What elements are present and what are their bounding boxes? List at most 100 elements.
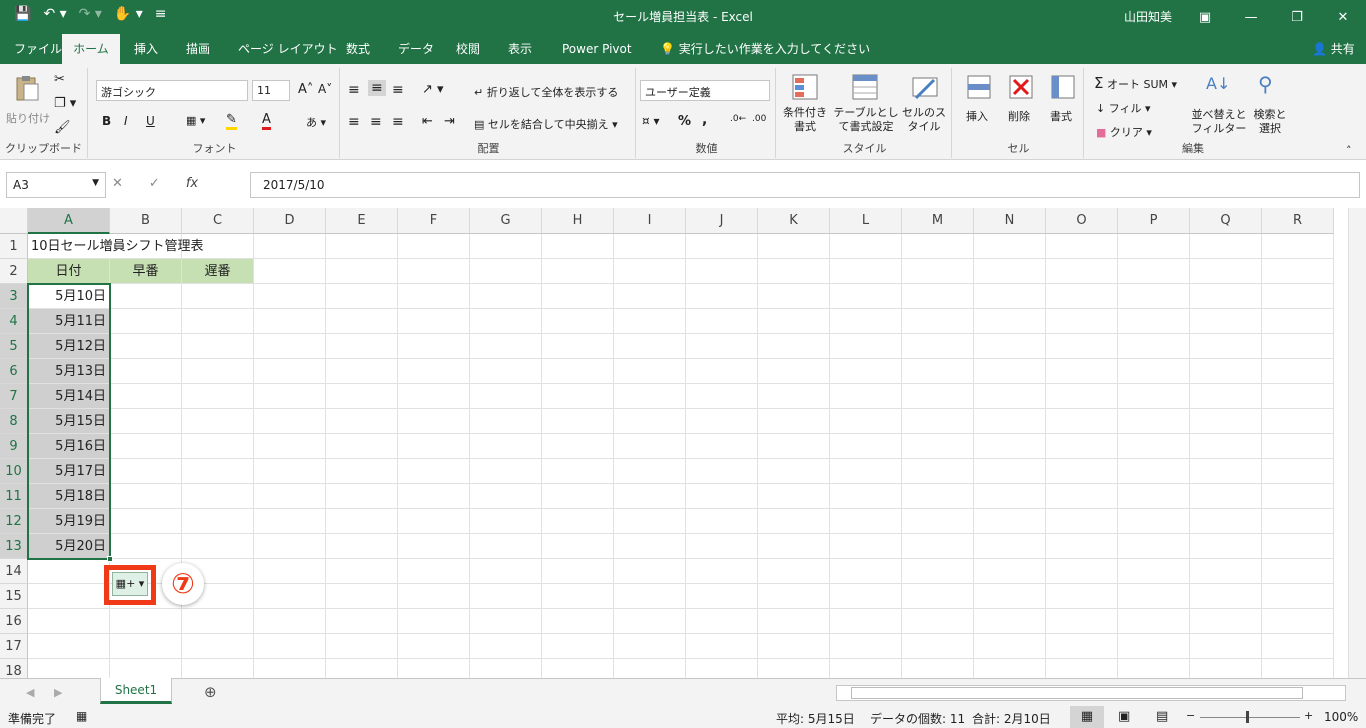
cell[interactable] bbox=[326, 384, 398, 409]
sheet-title-cell[interactable]: 10日セール増員シフト管理表 bbox=[28, 234, 204, 259]
sheet-tab-sheet1[interactable]: Sheet1 bbox=[100, 678, 172, 704]
cell[interactable] bbox=[1190, 559, 1262, 584]
cell[interactable] bbox=[1190, 509, 1262, 534]
column-header-m[interactable]: M bbox=[902, 208, 974, 234]
cell[interactable] bbox=[326, 434, 398, 459]
cell[interactable] bbox=[398, 509, 470, 534]
decrease-decimal-icon[interactable]: .00 bbox=[752, 114, 766, 124]
cell[interactable] bbox=[542, 559, 614, 584]
cell[interactable] bbox=[1046, 234, 1118, 259]
borders-icon[interactable]: ▦ ▾ bbox=[186, 114, 205, 127]
cell[interactable] bbox=[974, 459, 1046, 484]
cell[interactable] bbox=[470, 284, 542, 309]
cell[interactable] bbox=[326, 309, 398, 334]
cell[interactable] bbox=[326, 284, 398, 309]
cell[interactable] bbox=[686, 409, 758, 434]
cell[interactable] bbox=[758, 259, 830, 284]
cell[interactable] bbox=[326, 409, 398, 434]
cell[interactable] bbox=[1046, 459, 1118, 484]
cell[interactable] bbox=[614, 359, 686, 384]
cell[interactable] bbox=[326, 634, 398, 659]
cell[interactable] bbox=[1118, 609, 1190, 634]
cell[interactable] bbox=[470, 409, 542, 434]
header-late-shift-cell[interactable]: 遅番 bbox=[182, 259, 254, 284]
increase-indent-icon[interactable]: ⇥ bbox=[444, 114, 455, 129]
cell[interactable] bbox=[614, 534, 686, 559]
currency-icon[interactable]: ¤ ▾ bbox=[642, 114, 659, 128]
row-header-14[interactable]: 14 bbox=[0, 559, 28, 584]
cell[interactable] bbox=[110, 634, 182, 659]
cell[interactable] bbox=[542, 259, 614, 284]
cell[interactable] bbox=[470, 334, 542, 359]
cell[interactable] bbox=[1190, 459, 1262, 484]
cell[interactable] bbox=[1190, 359, 1262, 384]
cell[interactable] bbox=[686, 634, 758, 659]
cell[interactable] bbox=[182, 634, 254, 659]
paste-icon[interactable] bbox=[12, 74, 42, 104]
close-icon[interactable]: ✕ bbox=[1320, 0, 1366, 34]
cell[interactable] bbox=[830, 409, 902, 434]
cell[interactable] bbox=[542, 659, 614, 678]
cell[interactable] bbox=[902, 634, 974, 659]
cell[interactable] bbox=[686, 484, 758, 509]
horizontal-scroll-thumb[interactable] bbox=[851, 687, 1303, 699]
underline-button[interactable]: U bbox=[146, 114, 155, 128]
align-right-icon[interactable]: ≡ bbox=[392, 114, 404, 130]
cell[interactable] bbox=[326, 534, 398, 559]
row-header-1[interactable]: 1 bbox=[0, 234, 28, 259]
cell[interactable] bbox=[1046, 284, 1118, 309]
cell[interactable] bbox=[758, 384, 830, 409]
merge-center-button[interactable]: ▤ セルを結合して中央揃え ▾ bbox=[474, 116, 618, 132]
cell[interactable] bbox=[830, 509, 902, 534]
fill-handle[interactable] bbox=[107, 556, 113, 562]
tab-insert[interactable]: 挿入 bbox=[124, 34, 168, 64]
cell[interactable] bbox=[254, 359, 326, 384]
format-cells-button[interactable]: 書式 bbox=[1050, 108, 1072, 124]
cell[interactable] bbox=[1118, 509, 1190, 534]
cell[interactable] bbox=[470, 259, 542, 284]
column-header-o[interactable]: O bbox=[1046, 208, 1118, 234]
cell[interactable] bbox=[1118, 359, 1190, 384]
cell[interactable] bbox=[254, 534, 326, 559]
cell[interactable] bbox=[614, 509, 686, 534]
zoom-out-icon[interactable]: − bbox=[1186, 709, 1195, 722]
cell[interactable] bbox=[1262, 634, 1334, 659]
cell[interactable] bbox=[902, 309, 974, 334]
cell[interactable] bbox=[110, 659, 182, 678]
cell[interactable] bbox=[1190, 609, 1262, 634]
cell[interactable] bbox=[1190, 634, 1262, 659]
cell[interactable] bbox=[182, 534, 254, 559]
font-size-select[interactable]: 11 bbox=[252, 80, 290, 101]
cell[interactable] bbox=[470, 609, 542, 634]
column-header-g[interactable]: G bbox=[470, 208, 542, 234]
cell[interactable] bbox=[686, 309, 758, 334]
cell[interactable] bbox=[1046, 584, 1118, 609]
cell[interactable] bbox=[1262, 584, 1334, 609]
cell[interactable] bbox=[1190, 584, 1262, 609]
cell[interactable] bbox=[830, 234, 902, 259]
cell[interactable] bbox=[614, 634, 686, 659]
insert-cells-button[interactable]: 挿入 bbox=[966, 108, 988, 124]
autosum-button[interactable]: Σ オート SUM ▾ bbox=[1094, 74, 1177, 92]
cell[interactable] bbox=[326, 234, 398, 259]
cell[interactable] bbox=[758, 484, 830, 509]
date-cell[interactable]: 5月11日 bbox=[28, 309, 110, 334]
column-header-d[interactable]: D bbox=[254, 208, 326, 234]
cell[interactable] bbox=[470, 559, 542, 584]
cell[interactable] bbox=[398, 234, 470, 259]
align-bottom-icon[interactable]: ≡ bbox=[392, 82, 404, 98]
cell[interactable] bbox=[686, 584, 758, 609]
zoom-slider-thumb[interactable] bbox=[1246, 711, 1249, 723]
cell[interactable] bbox=[758, 284, 830, 309]
cell[interactable] bbox=[686, 534, 758, 559]
cell[interactable] bbox=[1190, 534, 1262, 559]
cell[interactable] bbox=[830, 559, 902, 584]
cell[interactable] bbox=[470, 434, 542, 459]
cell[interactable] bbox=[1190, 384, 1262, 409]
column-header-b[interactable]: B bbox=[110, 208, 182, 234]
tab-draw[interactable]: 描画 bbox=[176, 34, 220, 64]
cell[interactable] bbox=[542, 634, 614, 659]
cell[interactable] bbox=[614, 259, 686, 284]
italic-button[interactable]: I bbox=[124, 114, 128, 128]
cell[interactable] bbox=[182, 284, 254, 309]
